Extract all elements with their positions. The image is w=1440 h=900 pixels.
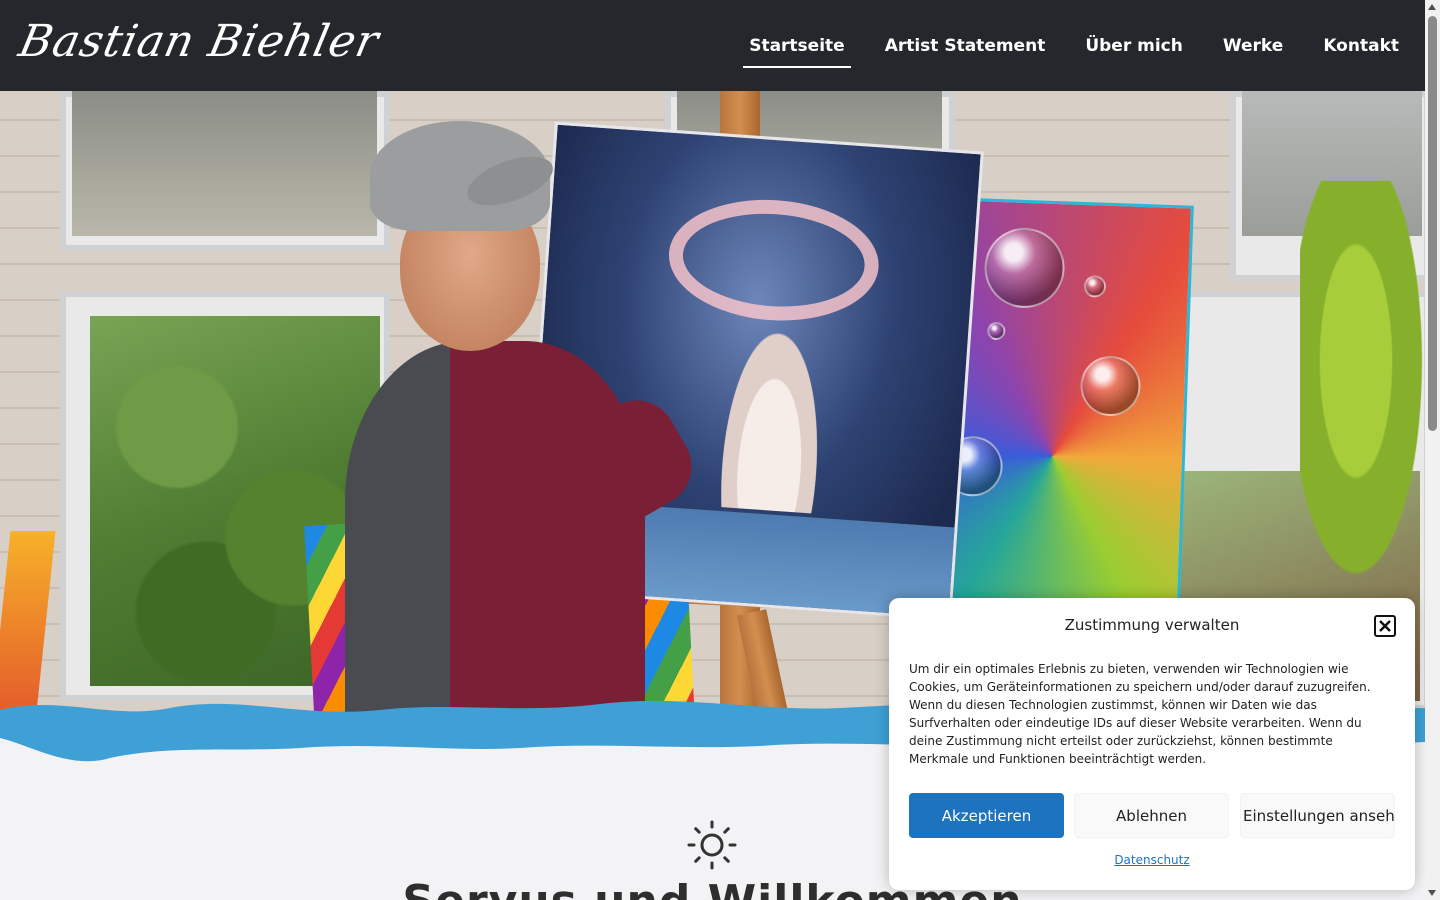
- consent-buttons: Akzeptieren Ablehnen Einstellungen anseh…: [909, 793, 1395, 838]
- painting-dancer: [711, 306, 836, 515]
- privacy-link[interactable]: Datenschutz: [889, 853, 1415, 867]
- scrollbar-thumb[interactable]: [1428, 16, 1437, 431]
- green-plant: [1300, 181, 1425, 631]
- scroll-down-icon[interactable]: [1428, 890, 1436, 896]
- page-scrollbar[interactable]: [1425, 0, 1440, 900]
- nav-item-kontakt[interactable]: Kontakt: [1317, 26, 1405, 66]
- bubble: [1083, 275, 1107, 298]
- nav-item-startseite[interactable]: Startseite: [743, 26, 852, 68]
- accept-button[interactable]: Akzeptieren: [909, 793, 1064, 838]
- nav-item-werke[interactable]: Werke: [1217, 26, 1289, 66]
- main-nav: Startseite Artist Statement Über mich We…: [715, 0, 1405, 91]
- bubble: [987, 321, 1006, 341]
- cookie-consent-dialog: Zustimmung verwalten Um dir ein optimale…: [889, 598, 1415, 890]
- consent-title: Zustimmung verwalten: [1064, 616, 1240, 634]
- window-glass-upper-left: [72, 91, 377, 236]
- bubble: [1079, 354, 1142, 418]
- sun-icon: [687, 820, 737, 870]
- logo-text: Bastian Biehler: [14, 16, 384, 67]
- deny-button[interactable]: Ablehnen: [1074, 793, 1229, 838]
- bubble: [983, 226, 1066, 310]
- nav-item-artist-statement[interactable]: Artist Statement: [879, 26, 1052, 66]
- painting-umbrella: [664, 193, 883, 328]
- scroll-up-icon[interactable]: [1428, 4, 1436, 10]
- close-button[interactable]: [1374, 615, 1396, 637]
- artist-photo: [345, 121, 707, 731]
- view-settings-button[interactable]: Einstellungen ansehen: [1240, 793, 1395, 838]
- nav-item-ueber-mich[interactable]: Über mich: [1079, 26, 1189, 66]
- consent-text: Um dir ein optimales Erlebnis zu bieten,…: [909, 662, 1371, 766]
- site-header: Bastian Biehler Startseite Artist Statem…: [0, 0, 1425, 91]
- site-logo[interactable]: Bastian Biehler: [15, 10, 384, 80]
- close-icon: [1379, 620, 1391, 632]
